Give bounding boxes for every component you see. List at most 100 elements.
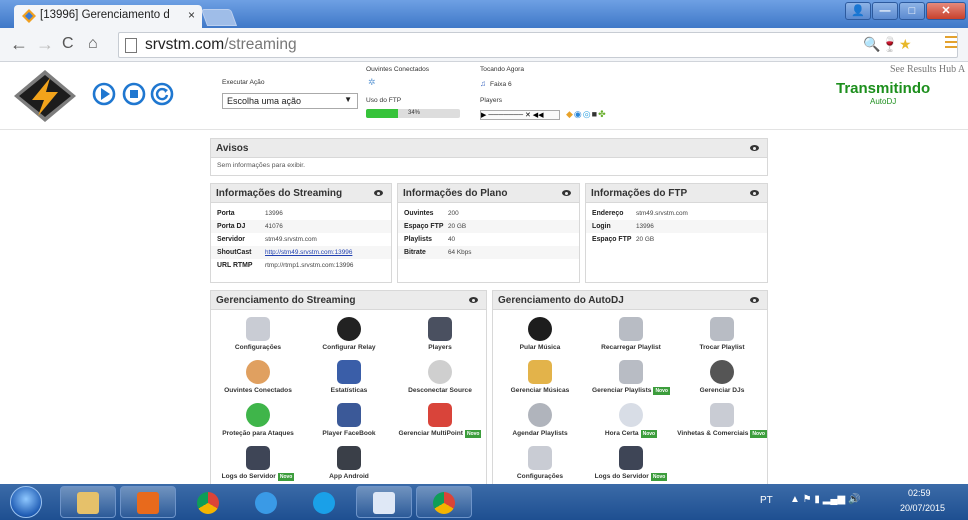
mini-player[interactable]: ▶ ─────── ✕ ◀◀ [480, 110, 560, 120]
tool-label: Pular Música [495, 344, 585, 352]
language-indicator[interactable]: PT [760, 495, 773, 506]
taskbar-explorer[interactable] [60, 486, 116, 518]
tool-skip[interactable]: Pular Música [495, 317, 585, 352]
tool-android[interactable]: App Android [304, 446, 394, 481]
new-tab-button[interactable] [200, 9, 238, 26]
restart-button[interactable] [150, 82, 174, 106]
tool-settings[interactable]: Configurações [495, 446, 585, 481]
taskbar-outlook[interactable] [120, 486, 176, 518]
page-icon [125, 38, 137, 53]
tool-label-text: Pular Música [519, 344, 561, 351]
ouvintes-label: Ouvintes Conectados [366, 66, 430, 73]
eye-icon[interactable] [562, 190, 571, 196]
info-key: Login [592, 223, 611, 230]
tool-reload[interactable]: Recarregar Playlist [586, 317, 676, 352]
tool-label-text: Configurar Relay [322, 344, 376, 351]
tool-clip[interactable]: Vinhetas & Comerciais Novo [677, 403, 767, 438]
tool-label-text: Logs do Servidor [594, 473, 649, 480]
extension-icon[interactable]: 🍷 [881, 36, 898, 53]
play-button[interactable] [92, 82, 116, 106]
info-row: URL RTMP rtmp://rtmp1.srvstm.com:13996 [211, 259, 391, 272]
info-value[interactable]: http://stm49.srvstm.com:13996 [265, 249, 352, 256]
clock-time[interactable]: 02:59 [908, 488, 931, 498]
folder-icon [77, 492, 99, 514]
taskbar-chrome[interactable] [180, 486, 236, 518]
music-note-icon: ♫ [480, 79, 486, 88]
tool-label: Desconectar Source [395, 387, 485, 395]
acao-select[interactable]: Escolha uma ação ▼ [222, 93, 358, 109]
eye-icon[interactable] [750, 190, 759, 196]
info-value: 41076 [265, 223, 283, 230]
gerenciamento-streaming-title: Gerenciamento do Streaming [216, 295, 356, 306]
tool-clock[interactable]: Hora Certa Novo [586, 403, 676, 438]
folder-music-icon [528, 360, 552, 384]
back-icon[interactable]: ← [10, 34, 28, 55]
user-icon[interactable]: 👤 [845, 2, 871, 20]
tool-player[interactable]: Players [395, 317, 485, 352]
tool-label-text: App Android [329, 473, 369, 480]
clock-date[interactable]: 20/07/2015 [900, 503, 945, 513]
tool-settings[interactable]: Configurações [213, 317, 303, 352]
info-value: stm49.srvstm.com [636, 210, 688, 217]
start-button[interactable] [10, 486, 42, 518]
tool-schedule[interactable]: Agendar Playlists [495, 403, 585, 438]
see-results-link[interactable]: See Results Hub A [890, 64, 965, 75]
eye-icon[interactable] [469, 297, 478, 303]
tool-swap[interactable]: Trocar Playlist [677, 317, 767, 352]
info-row: Ouvintes 200 [398, 207, 579, 220]
eye-icon[interactable] [750, 297, 759, 303]
tool-label: Recarregar Playlist [586, 344, 676, 352]
tool-folder-music[interactable]: Gerenciar Músicas [495, 360, 585, 395]
reload-icon[interactable]: C [62, 35, 74, 53]
zoom-icon[interactable]: 🔍 [863, 36, 880, 53]
novo-badge: Novo [464, 430, 482, 438]
info-row: Porta DJ 41076 [211, 220, 391, 233]
minimize-button[interactable]: — [872, 2, 898, 20]
tool-label-text: Configurações [234, 344, 282, 351]
taskbar-skype[interactable] [296, 486, 352, 518]
tool-facebook[interactable]: Player FaceBook [304, 403, 394, 438]
facebook-icon [337, 403, 361, 427]
tool-server-log[interactable]: Logs do Servidor Novo [213, 446, 303, 481]
player-icons[interactable]: ◆◉◎■✤ [566, 109, 607, 120]
close-window-button[interactable]: ✕ [926, 2, 966, 20]
tool-shield[interactable]: Proteção para Ataques [213, 403, 303, 438]
chrome-icon [433, 492, 455, 514]
streaming-info-panel: Informações do Streaming Porta 13996 Porta… [210, 183, 392, 283]
menu-icon[interactable] [945, 36, 957, 51]
tab-close-icon[interactable]: × [188, 8, 195, 22]
schedule-icon [528, 403, 552, 427]
tool-play-circle[interactable]: Configurar Relay [304, 317, 394, 352]
taskbar-chrome-active[interactable] [416, 486, 472, 518]
address-bar[interactable]: srvstm.com/streaming 🔍 🍷 ★ [118, 32, 958, 58]
play-circle-icon [337, 317, 361, 341]
tool-dj[interactable]: Gerenciar DJs [677, 360, 767, 395]
favicon-icon [22, 9, 36, 23]
tool-network[interactable]: Gerenciar MultiPoint Novo [395, 403, 485, 438]
eye-icon[interactable] [374, 190, 383, 196]
ftp-usage-bar: 34% [366, 109, 460, 118]
reload-icon [619, 317, 643, 341]
tool-disconnect[interactable]: Desconectar Source [395, 360, 485, 395]
forward-icon[interactable]: → [36, 34, 54, 55]
tool-stats[interactable]: Estatísticas [304, 360, 394, 395]
tray-icons[interactable]: ▲ ⚑ ▮ ▂▄▆ 🔊 [790, 494, 860, 505]
browser-tab[interactable]: [13996] Gerenciamento d × [14, 5, 202, 28]
bookmark-star-icon[interactable]: ★ [899, 36, 912, 53]
tool-server-log[interactable]: Logs do Servidor Novo [586, 446, 676, 481]
maximize-button[interactable]: □ [899, 2, 925, 20]
tool-label-text: Proteção para Ataques [222, 430, 294, 437]
taskbar-ie[interactable] [238, 486, 294, 518]
info-value: 13996 [636, 223, 654, 230]
chrome-icon [197, 492, 219, 514]
tool-label: Players [395, 344, 485, 352]
tool-label: Vinhetas & Comerciais Novo [677, 430, 767, 438]
taskbar-word[interactable] [356, 486, 412, 518]
stop-button[interactable] [122, 82, 146, 106]
tool-playlist[interactable]: Gerenciar Playlists Novo [586, 360, 676, 395]
player-icon [428, 317, 452, 341]
home-icon[interactable]: ⌂ [88, 35, 98, 53]
eye-icon[interactable] [750, 145, 759, 151]
tool-users[interactable]: Ouvintes Conectados [213, 360, 303, 395]
ftp-label: Uso do FTP [366, 97, 402, 104]
